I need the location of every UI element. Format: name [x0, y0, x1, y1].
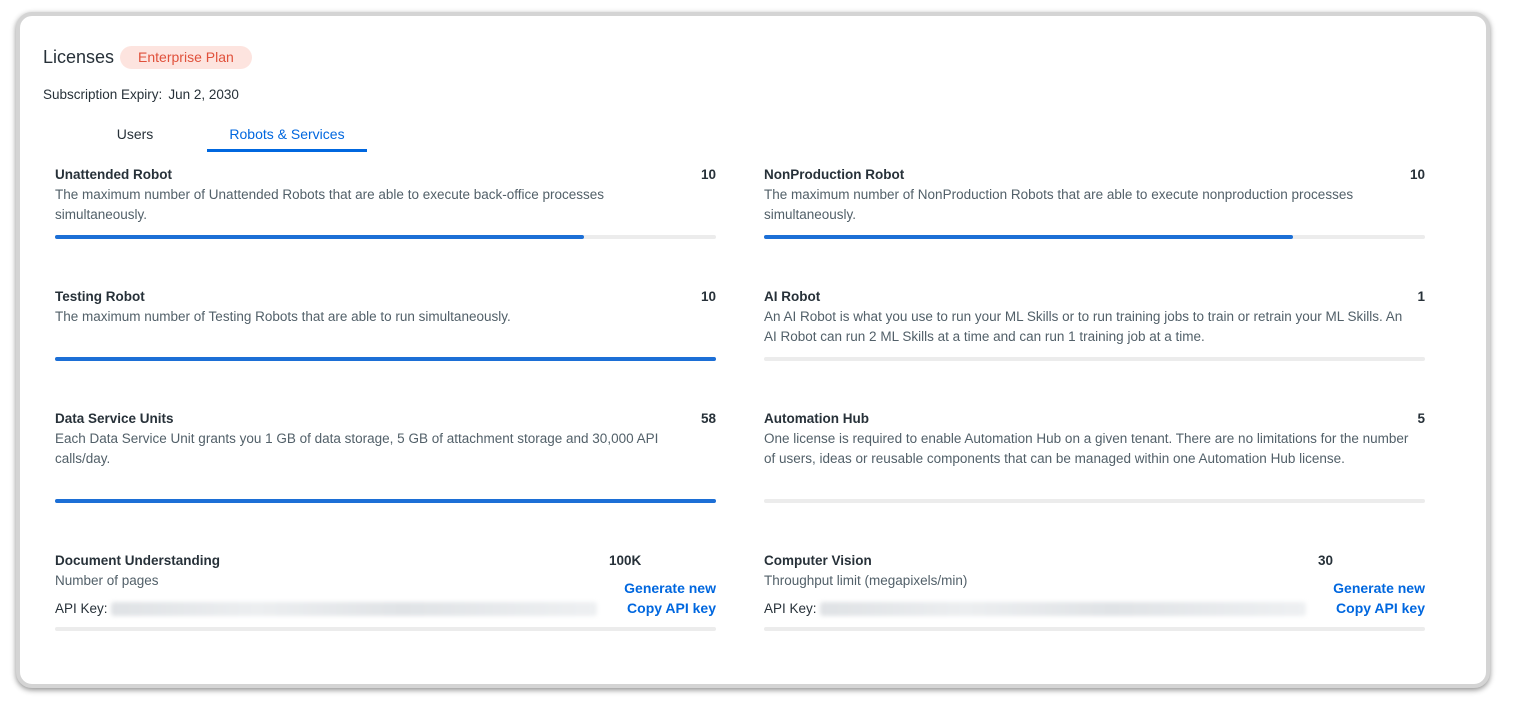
api-key-row: API Key: [764, 599, 1425, 619]
license-name: NonProduction Robot [764, 167, 905, 182]
license-card-nonproduction: NonProduction Robot 10 The maximum numbe… [764, 165, 1425, 239]
usage-bar [764, 499, 1425, 503]
api-key-label: API Key: [55, 601, 108, 616]
license-card-computer-vision: Computer Vision 30 Throughput limit (meg… [764, 551, 1425, 631]
api-key-value-masked [820, 602, 1306, 616]
license-count: 30 [1318, 553, 1334, 568]
usage-bar [55, 499, 716, 503]
page-title: Licenses [43, 47, 115, 67]
license-count: 1 [1417, 289, 1425, 304]
subscription-expiry: Subscription Expiry: Jun 2, 2030 [43, 87, 239, 102]
generate-new-key-link[interactable]: Generate new [1333, 580, 1425, 596]
plan-badge: Enterprise Plan [120, 46, 252, 69]
license-description: The maximum number of NonProduction Robo… [764, 187, 1354, 222]
api-key-row: API Key: [55, 599, 716, 619]
usage-bar [764, 235, 1425, 239]
copy-api-key-link[interactable]: Copy API key [1336, 600, 1425, 616]
api-key-label: API Key: [764, 601, 817, 616]
api-key-value-masked [111, 602, 597, 616]
licenses-panel: Licenses Enterprise Plan Subscription Ex… [16, 12, 1490, 688]
license-name: Testing Robot [55, 289, 145, 304]
license-card-data-service-units: Data Service Units 58 Each Data Service … [55, 409, 716, 503]
usage-bar-fill [55, 499, 716, 503]
license-description: Number of pages [55, 573, 159, 588]
license-card-document-understanding: Document Understanding 100K Number of pa… [55, 551, 716, 631]
usage-bar [764, 357, 1425, 361]
license-card-automation-hub: Automation Hub 5 One license is required… [764, 409, 1425, 503]
usage-bar [55, 357, 716, 361]
usage-bar-fill [55, 357, 716, 361]
license-name: AI Robot [764, 289, 821, 304]
usage-bar-fill [55, 235, 584, 239]
tab-bar: Users Robots & Services [63, 120, 367, 152]
copy-api-key-link[interactable]: Copy API key [627, 600, 716, 616]
license-card-unattended: Unattended Robot 10 The maximum number o… [55, 165, 716, 239]
expiry-value: Jun 2, 2030 [168, 87, 239, 102]
license-description: An AI Robot is what you use to run your … [764, 309, 1403, 344]
usage-bar [55, 235, 716, 239]
generate-new-key-link[interactable]: Generate new [624, 580, 716, 596]
license-name: Unattended Robot [55, 167, 172, 182]
license-card-testing: Testing Robot 10 The maximum number of T… [55, 287, 716, 361]
license-name: Computer Vision [764, 553, 872, 568]
usage-bar [764, 627, 1425, 631]
license-count: 10 [700, 167, 716, 182]
license-count: 10 [700, 289, 716, 304]
expiry-label: Subscription Expiry: [43, 87, 163, 102]
licenses-header: Licenses Enterprise Plan [43, 46, 252, 69]
license-card-ai-robot: AI Robot 1 An AI Robot is what you use t… [764, 287, 1425, 361]
license-name: Document Understanding [55, 553, 221, 568]
license-description: One license is required to enable Automa… [764, 431, 1409, 466]
license-description: Throughput limit (megapixels/min) [764, 573, 968, 588]
license-name: Automation Hub [764, 411, 869, 426]
tab-users[interactable]: Users [63, 120, 207, 152]
license-description: The maximum number of Unattended Robots … [55, 187, 605, 222]
license-count: 58 [700, 411, 716, 426]
usage-bar [55, 627, 716, 631]
tab-robots-services[interactable]: Robots & Services [207, 120, 367, 152]
license-count: 100K [609, 553, 642, 568]
license-count: 10 [1409, 167, 1425, 182]
license-description: The maximum number of Testing Robots tha… [55, 309, 511, 324]
usage-bar-fill [764, 235, 1293, 239]
license-description: Each Data Service Unit grants you 1 GB o… [55, 431, 659, 466]
license-count: 5 [1417, 411, 1425, 426]
license-name: Data Service Units [55, 411, 174, 426]
